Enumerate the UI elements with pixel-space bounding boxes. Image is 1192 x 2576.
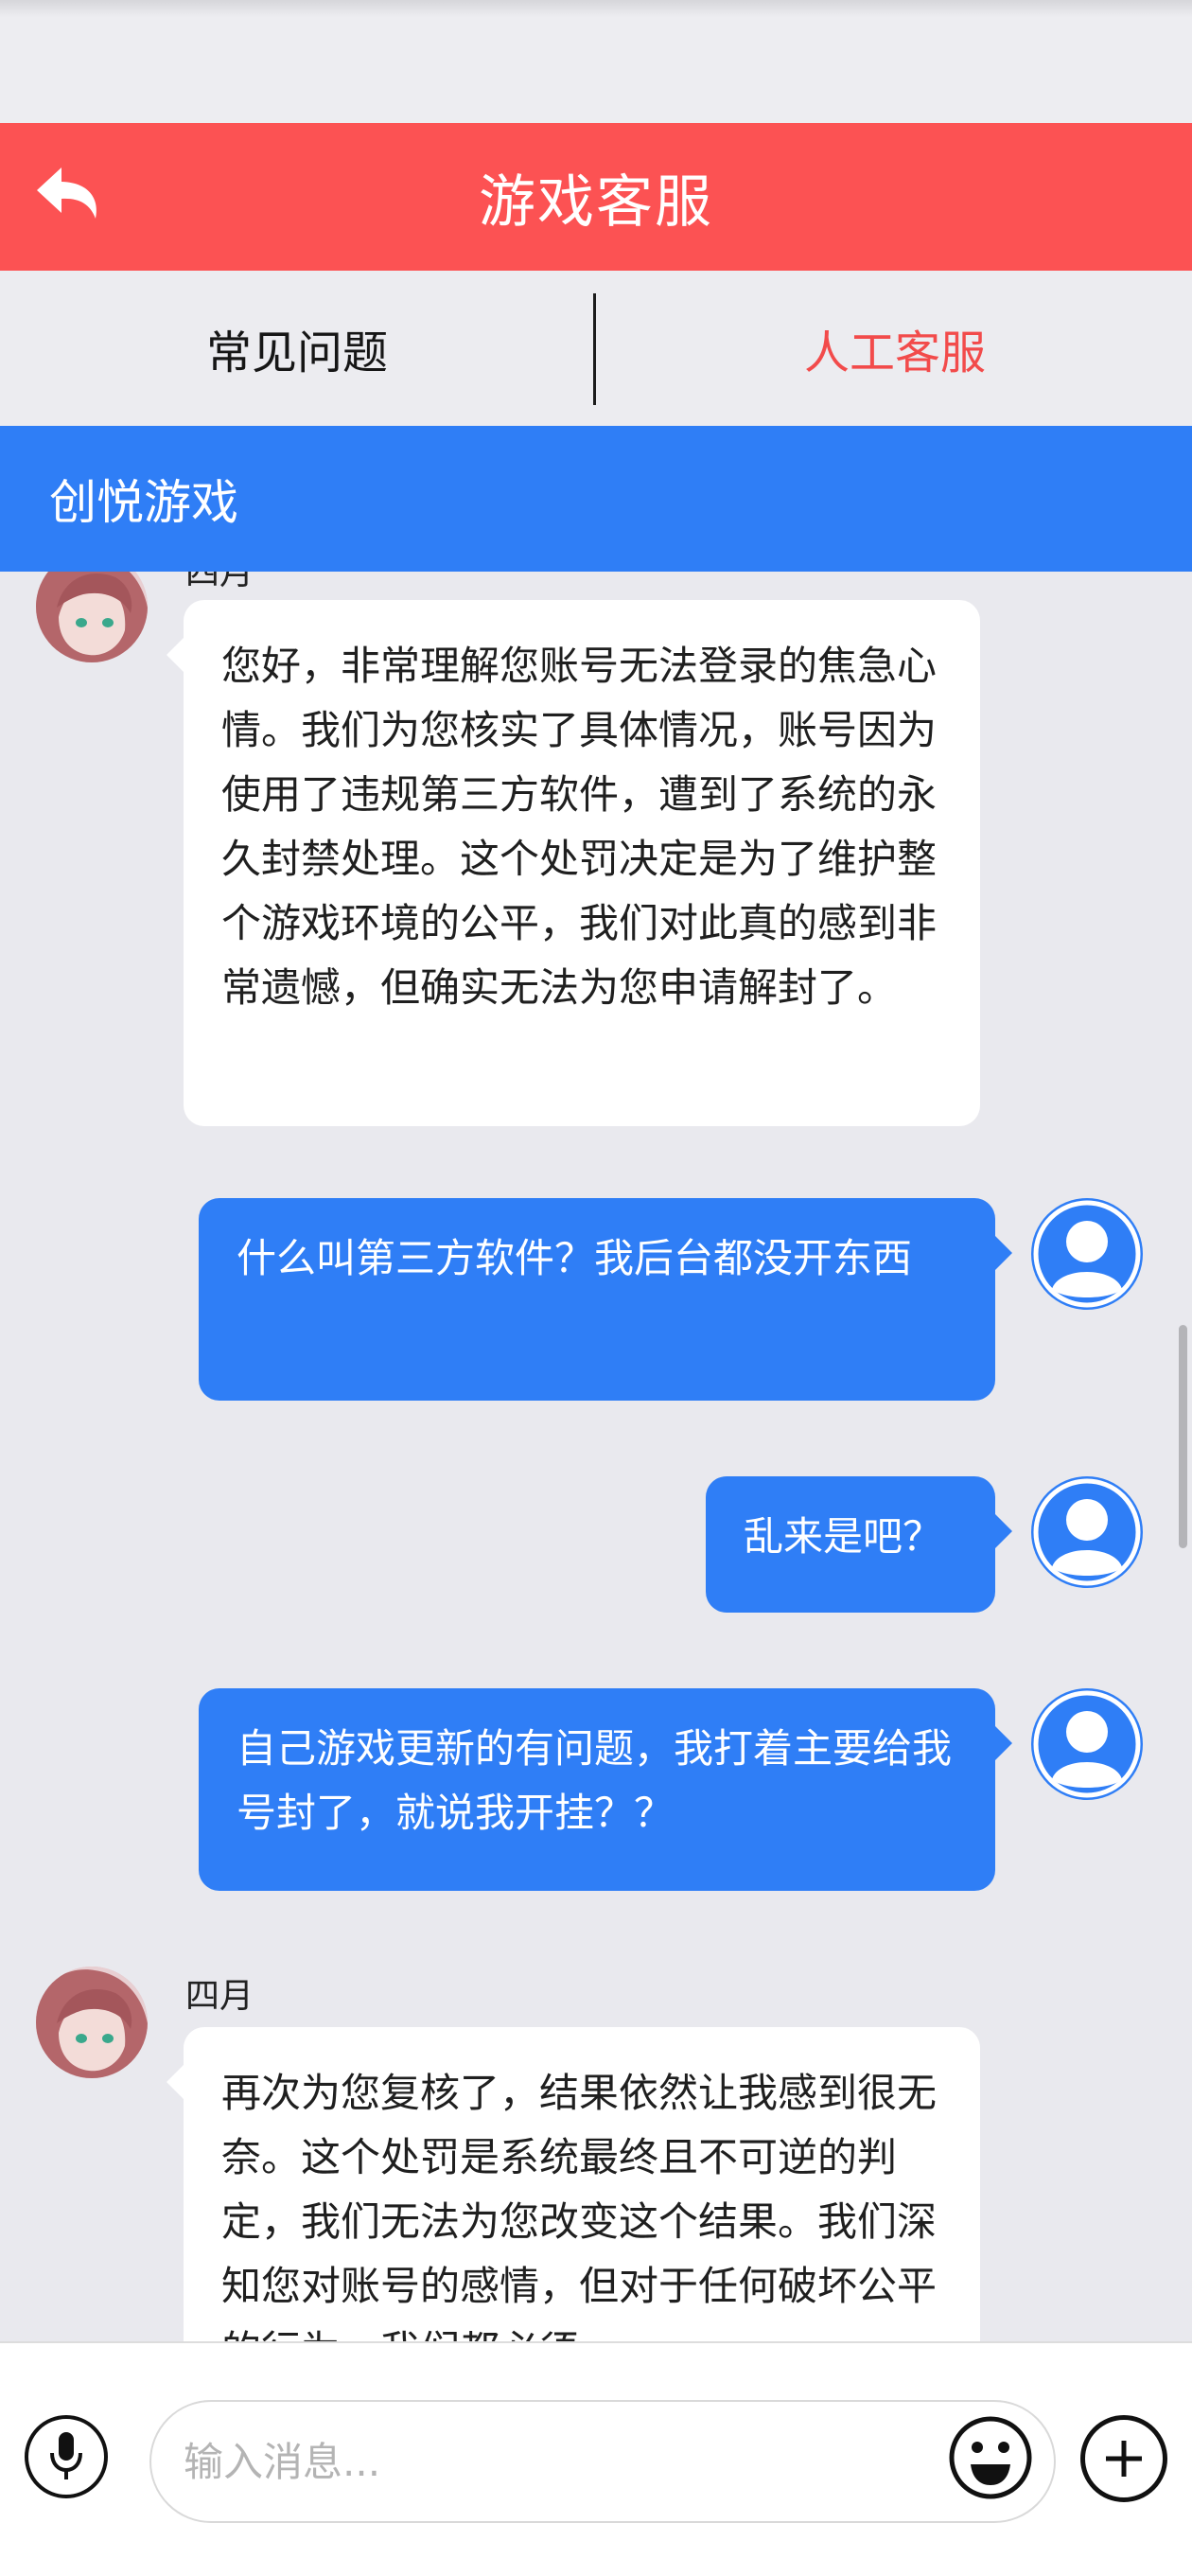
- more-button[interactable]: [1080, 2415, 1167, 2502]
- user-avatar[interactable]: [1031, 1198, 1143, 1310]
- chat-scrollbar[interactable]: [1179, 1325, 1187, 1548]
- user-avatar[interactable]: [1031, 1688, 1143, 1800]
- agent-avatar[interactable]: [36, 572, 148, 662]
- plus-icon: [1106, 2441, 1142, 2477]
- page-title: 游戏客服: [479, 168, 713, 236]
- tab-bar: 常见问题 人工客服: [0, 271, 1192, 426]
- sender-name: 四月: [185, 1977, 254, 2016]
- back-arrow-icon: [37, 168, 96, 219]
- tab-faq[interactable]: 常见问题: [0, 271, 594, 426]
- agent-message-bubble[interactable]: 您好，非常理解您账号无法登录的焦急心情。我们为您核实了具体情况，账号因为使用了违…: [167, 600, 980, 1126]
- group-header: 创悦游戏: [0, 426, 1192, 572]
- agent-avatar[interactable]: [36, 1967, 148, 2078]
- message-input[interactable]: [149, 2400, 1056, 2523]
- user-message-bubble[interactable]: 乱来是吧？: [706, 1476, 1012, 1613]
- agent-message-bubble[interactable]: 再次为您复核了，结果依然让我感到很无奈。这个处罚是系统最终且不可逆的判定，我们无…: [167, 2027, 980, 2341]
- user-avatar-icon: [1033, 1478, 1141, 1586]
- sender-name: 四月: [185, 572, 254, 592]
- tab-divider: [593, 293, 596, 405]
- emoji-button[interactable]: [948, 2415, 1033, 2500]
- user-message-bubble[interactable]: 自己游戏更新的有问题，我打着主要给我号封了，就说我开挂？？: [199, 1688, 1012, 1891]
- status-bar-shadow: [0, 0, 1192, 17]
- chat-area[interactable]: 四月 您好，非常理解您账号无法登录的焦急心情。我们为您核实了具体情况，账号因为使…: [0, 572, 1192, 2341]
- user-avatar-icon: [1033, 1200, 1141, 1308]
- microphone-icon: [50, 2432, 82, 2479]
- status-bar-area: [0, 0, 1192, 123]
- anime-avatar-image: [36, 1967, 148, 2078]
- back-button[interactable]: [23, 151, 117, 242]
- user-avatar[interactable]: [1031, 1476, 1143, 1588]
- user-message-bubble[interactable]: 什么叫第三方软件？我后台都没开东西: [199, 1198, 1012, 1401]
- group-name: 创悦游戏: [49, 475, 238, 530]
- input-bar: [0, 2341, 1192, 2576]
- voice-button[interactable]: [25, 2415, 108, 2498]
- user-avatar-icon: [1033, 1690, 1141, 1798]
- tab-human-service[interactable]: 人工客服: [598, 271, 1192, 426]
- title-bar: 游戏客服: [0, 123, 1192, 271]
- anime-avatar-image: [36, 572, 148, 662]
- emoji-icon: [949, 2416, 1032, 2499]
